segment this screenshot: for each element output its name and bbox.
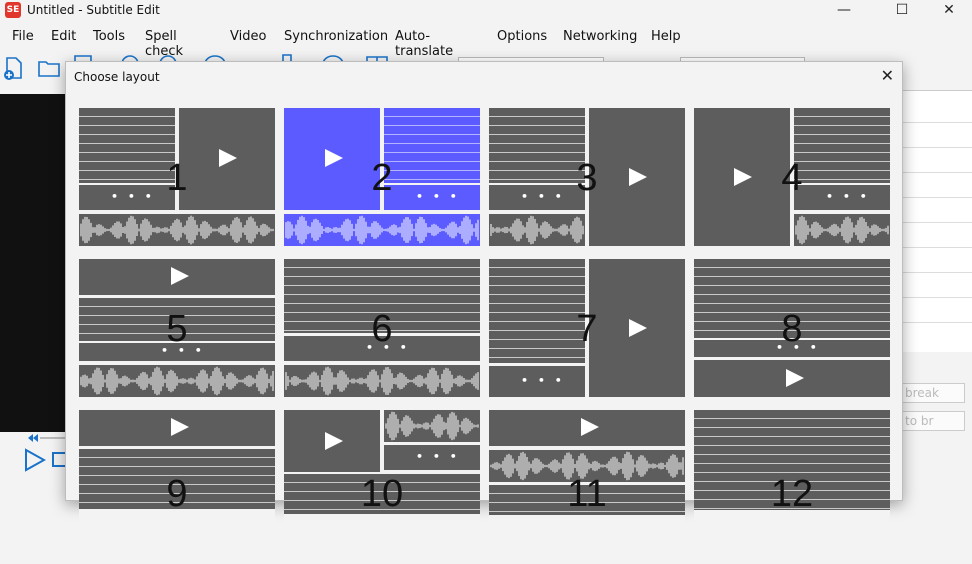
row-divider [903,197,972,198]
minimize-button[interactable]: — [833,1,855,19]
menu-options[interactable]: Options [497,29,547,44]
layout-option-3[interactable]: • • • 3 [489,108,685,248]
rewind-icon[interactable] [28,434,38,442]
waveform-icon [490,451,684,481]
new-file-icon[interactable] [2,56,26,80]
layout-option-9[interactable]: 9 [79,410,275,550]
layout-option-7[interactable]: • • • 7 [489,259,685,399]
menu-networking[interactable]: Networking [563,29,637,44]
position-slider[interactable] [40,437,66,439]
app-logo-icon: SE [5,2,21,18]
subtitle-list[interactable] [903,90,972,352]
layout-option-6[interactable]: • • • 6 [284,259,480,399]
stop-icon[interactable] [52,452,66,467]
layout-option-2[interactable]: • • • 2 [284,108,480,248]
layout-option-10[interactable]: • • • 10 [284,410,480,550]
waveform-icon [285,366,479,396]
layout-option-8[interactable]: • • • 8 [694,259,890,399]
dialog-close-button[interactable]: ✕ [881,66,894,85]
menu-edit[interactable]: Edit [51,29,76,44]
layout-option-5[interactable]: • • • 5 [79,259,275,399]
open-folder-icon[interactable] [37,56,61,80]
row-divider [903,222,972,223]
video-preview-area [0,94,66,432]
play-icon[interactable] [24,448,46,472]
auto-break-button[interactable]: break [903,383,965,403]
waveform-icon [385,411,479,441]
unbreak-button[interactable]: to br [903,411,965,431]
menu-help[interactable]: Help [651,29,681,44]
row-divider [903,122,972,123]
menu-video[interactable]: Video [230,29,266,44]
row-divider [903,147,972,148]
dialog-title: Choose layout [74,70,160,84]
title-bar: SE Untitled - Subtitle Edit — ☐ ✕ [0,0,972,22]
window-title: Untitled - Subtitle Edit [27,3,160,17]
maximize-button[interactable]: ☐ [891,1,913,19]
waveform-icon [795,215,889,245]
row-divider [903,172,972,173]
layout-option-1[interactable]: • • • 1 [79,108,275,248]
row-divider [903,322,972,323]
waveform-icon [285,215,479,245]
layout-option-11[interactable]: 11 [489,410,685,550]
layout-option-4[interactable]: • • • 4 [694,108,890,248]
layout-option-12[interactable]: 12 [694,410,890,550]
row-divider [903,272,972,273]
menu-tools[interactable]: Tools [93,29,125,44]
menu-synchronization[interactable]: Synchronization [284,29,388,44]
row-divider [903,247,972,248]
video-controls [0,432,66,486]
choose-layout-dialog: Choose layout ✕ • • • 1 • • • 2 • • • 3 [65,61,903,550]
close-window-button[interactable]: ✕ [938,1,960,19]
waveform-icon [490,215,584,245]
waveform-icon [80,366,274,396]
waveform-icon [80,215,274,245]
row-divider [903,297,972,298]
menu-file[interactable]: File [12,29,34,44]
